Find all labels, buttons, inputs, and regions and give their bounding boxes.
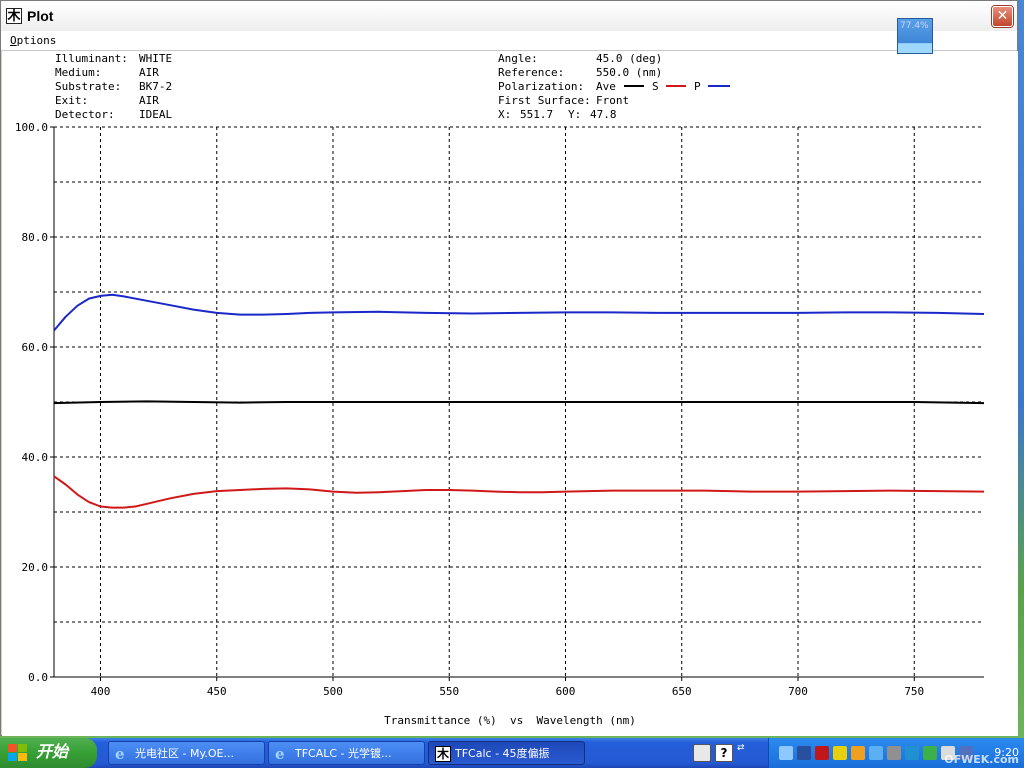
- series-line-s: [53, 475, 985, 509]
- surface-key: First Surface:: [498, 94, 591, 107]
- window-title: Plot: [27, 8, 54, 24]
- info-value: AIR: [139, 94, 159, 107]
- info-key: Illuminant:: [55, 52, 128, 65]
- info-key: Medium:: [55, 66, 101, 79]
- ie-icon: e: [275, 745, 285, 763]
- windows-logo-icon: [8, 744, 27, 761]
- info-key: Detector:: [55, 108, 115, 121]
- info-value: AIR: [139, 66, 159, 79]
- close-button[interactable]: ✕: [992, 6, 1013, 27]
- start-button[interactable]: 开始: [0, 738, 97, 768]
- plot-window: 木 Plot ✕ Options Illuminant: WHITE Medium:…: [0, 0, 1018, 736]
- qq-icon[interactable]: [851, 746, 865, 760]
- info-value: BK7-2: [139, 80, 172, 93]
- taskbar-item-label: 光电社区 - My.OE...: [135, 747, 234, 760]
- firewall-icon[interactable]: [815, 746, 829, 760]
- info-key: Substrate:: [55, 80, 121, 93]
- network-icon[interactable]: [779, 746, 793, 760]
- x-tick-label: 550: [439, 685, 459, 698]
- legend-p-label: P: [694, 80, 701, 93]
- watermark: OFWEK.com: [944, 753, 1019, 766]
- y-tick-label: 20.0: [22, 561, 49, 574]
- language-bar-icon[interactable]: ⇄: [737, 744, 747, 760]
- x-tick-label: 500: [323, 685, 343, 698]
- y-tick-label: 80.0: [22, 231, 49, 244]
- menu-bar: Options: [1, 31, 1017, 51]
- taskbar-item-tfcalc-app[interactable]: 木 TFCalc - 45度偏振: [428, 741, 585, 765]
- cursor-x-value: 551.7: [520, 108, 553, 121]
- cursor-y-value: 47.8: [590, 108, 617, 121]
- messenger-icon[interactable]: [905, 746, 919, 760]
- x-tick-label: 700: [788, 685, 808, 698]
- x-tick-label: 650: [672, 685, 692, 698]
- reference-key: Reference:: [498, 66, 564, 79]
- taskbar-item-label: TFCalc - 45度偏振: [455, 747, 550, 760]
- system-tray: 9:20 OFWEK.com: [768, 738, 1024, 768]
- close-icon: ✕: [996, 8, 1009, 24]
- x-axis-label: Transmittance (%) vs Wavelength (nm): [384, 714, 636, 727]
- x-tick-label: 750: [904, 685, 924, 698]
- title-bar[interactable]: 木 Plot ✕: [1, 1, 1017, 32]
- info-left-panel: Illuminant: WHITE Medium: AIR Substrate: BK7-…: [55, 52, 172, 121]
- taskbar-item-tfcalc-web[interactable]: e TFCALC - 光学镀...: [268, 741, 425, 765]
- taskbar: 开始 e 光电社区 - My.OE... e TFCALC - 光学镀... 木…: [0, 738, 1024, 768]
- legend-ave-label: Ave: [596, 80, 616, 93]
- tfcalc-icon: 木: [435, 746, 451, 762]
- ie-icon: e: [115, 745, 125, 763]
- surface-value: Front: [596, 94, 629, 107]
- help-icon[interactable]: ?: [715, 744, 733, 762]
- taskbar-item-oe[interactable]: e 光电社区 - My.OE...: [108, 741, 265, 765]
- y-tick-label: 100.0: [15, 121, 48, 134]
- polarization-key: Polarization:: [498, 80, 584, 93]
- angle-value: 45.0 (deg): [596, 52, 662, 65]
- start-label: 开始: [36, 742, 69, 761]
- safety-icon[interactable]: [923, 746, 937, 760]
- floating-meter-widget[interactable]: 77.4%: [897, 18, 933, 54]
- y-tick-label: 0.0: [28, 671, 48, 684]
- y-tick-label: 60.0: [22, 341, 49, 354]
- angle-key: Angle:: [498, 52, 538, 65]
- legend-s-label: S: [652, 80, 659, 93]
- series: [53, 293, 985, 509]
- keyboard-icon[interactable]: [693, 744, 711, 762]
- display-icon[interactable]: [869, 746, 883, 760]
- info-right-panel: Angle: 45.0 (deg) Reference: 550.0 (nm) …: [498, 52, 730, 121]
- y-tick-label: 40.0: [22, 451, 49, 464]
- series-line-ave: [53, 400, 985, 405]
- info-key: Exit:: [55, 94, 88, 107]
- cursor-x-label: X:: [498, 108, 511, 121]
- plot-chart[interactable]: Illuminant: WHITE Medium: AIR Substrate: BK7-…: [2, 51, 1018, 736]
- x-tick-label: 600: [556, 685, 576, 698]
- floating-meter-text: 77.4%: [900, 21, 929, 31]
- tfcalc-icon[interactable]: 木: [6, 8, 22, 24]
- series-line-p: [53, 293, 985, 332]
- speaker-icon[interactable]: [887, 746, 901, 760]
- antivirus-icon[interactable]: [797, 746, 811, 760]
- reference-value: 550.0 (nm): [596, 66, 662, 79]
- cursor-y-label: Y:: [568, 108, 581, 121]
- menu-item-options[interactable]: Options: [10, 34, 56, 47]
- x-tick-label: 400: [91, 685, 111, 698]
- update-icon[interactable]: [833, 746, 847, 760]
- info-value: IDEAL: [139, 108, 172, 121]
- x-tick-label: 450: [207, 685, 227, 698]
- plot-area[interactable]: Illuminant: WHITE Medium: AIR Substrate: BK7-…: [2, 51, 1018, 736]
- info-value: WHITE: [139, 52, 172, 65]
- axes: 0.0 20.0 40.0 60.0 80.0 100.0 400 450 500 550 600 6…: [15, 121, 984, 698]
- taskbar-item-label: TFCALC - 光学镀...: [295, 747, 392, 760]
